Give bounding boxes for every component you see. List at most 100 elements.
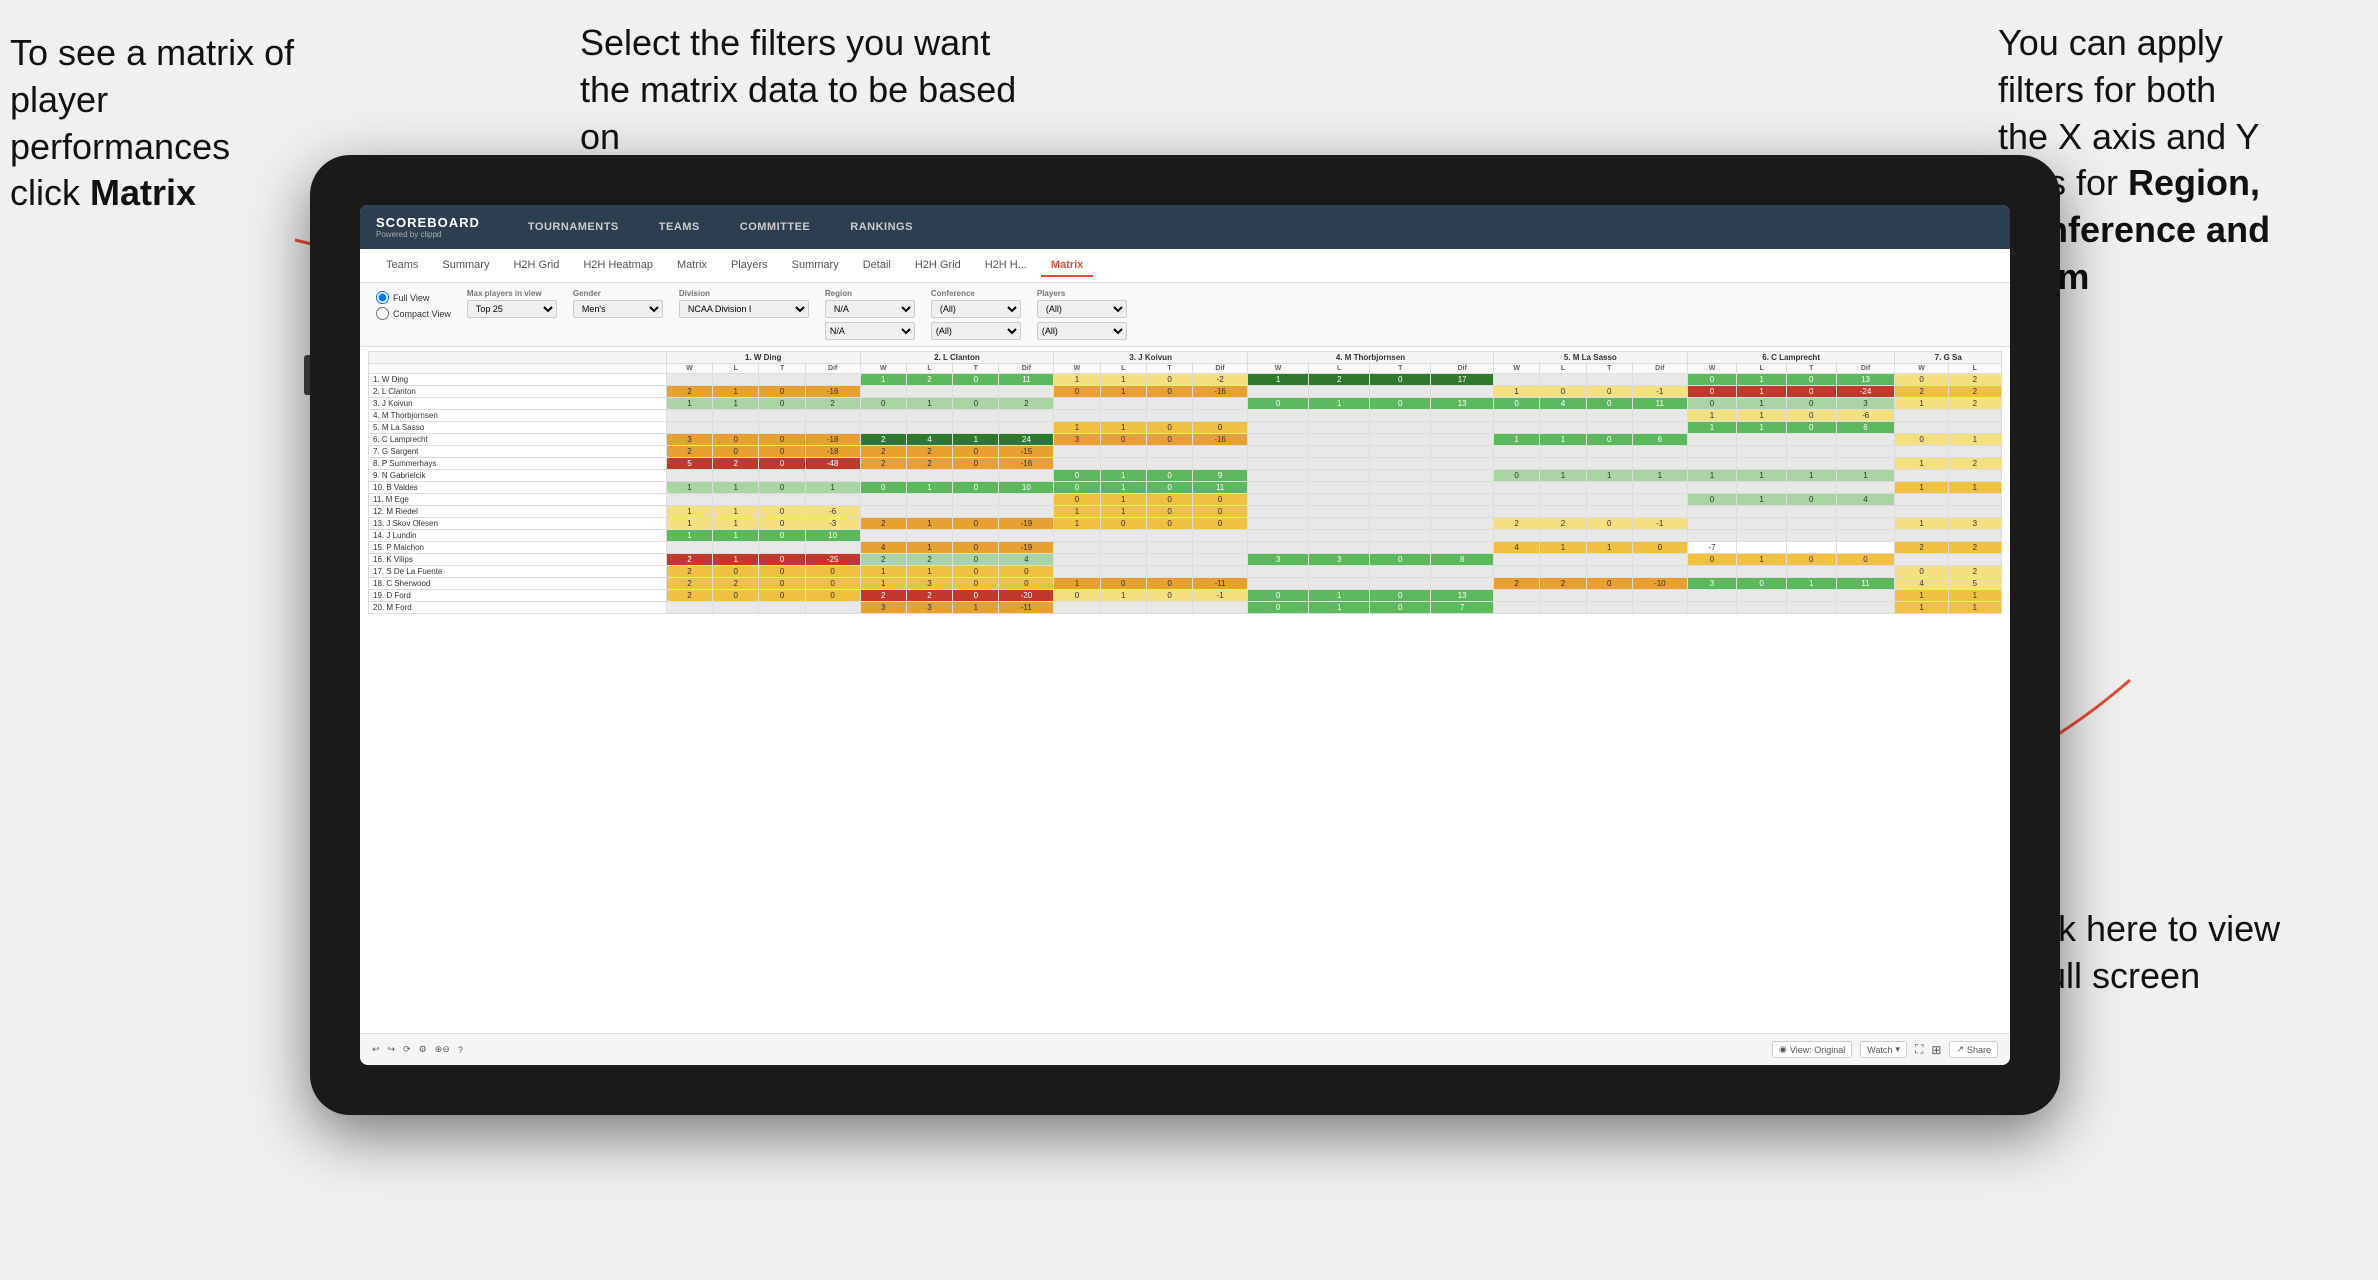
cell-0-4-3 [1632,374,1687,386]
cell-14-3-1 [1309,542,1370,554]
cell-10-1-2 [953,494,999,506]
watch-btn[interactable]: Watch ▾ [1860,1041,1907,1058]
sub-l1: L [713,364,759,374]
tab-matrix-active[interactable]: Matrix [1041,255,1093,277]
cell-19-6-1: 1 [1948,602,2001,614]
cell-10-4-3 [1632,494,1687,506]
gender-select[interactable]: Men's [573,300,663,318]
cell-1-2-3: -16 [1193,386,1248,398]
settings-icon[interactable]: ⚙ [419,1044,427,1055]
full-view-option[interactable]: Full View [376,291,451,304]
nav-committee[interactable]: COMMITTEE [732,217,819,237]
cell-6-1-1: 2 [906,446,952,458]
cell-13-1-1 [906,530,952,542]
compact-view-radio[interactable] [376,307,389,320]
cell-19-3-2: 0 [1370,602,1431,614]
division-select[interactable]: NCAA Division I [679,300,809,318]
sub-w2: W [860,364,906,374]
cell-6-1-0: 2 [860,446,906,458]
cell-4-1-0 [860,422,906,434]
players-select-2[interactable]: (All) [1037,322,1127,340]
nav-tournaments[interactable]: TOURNAMENTS [520,217,627,237]
row-name-2: 3. J Koivun [369,398,667,410]
cell-2-6-1: 2 [1948,398,2001,410]
cell-3-3-2 [1370,410,1431,422]
cell-11-0-3: -6 [805,506,860,518]
players-select-1[interactable]: (All) [1037,300,1127,318]
nav-rankings[interactable]: RANKINGS [842,217,921,237]
tab-h2h-grid2[interactable]: H2H Grid [905,255,971,277]
fullscreen-icon[interactable]: ⛶ [1915,1042,1923,1057]
row-name-15: 16. K Vilips [369,554,667,566]
redo-icon[interactable]: ↪ [388,1044,396,1055]
view-original-btn[interactable]: ◉ View: Original [1772,1041,1852,1058]
matrix-area[interactable]: 1. W Ding 2. L Clanton 3. J Koivun 4. M … [360,347,2010,1033]
tab-summary2[interactable]: Summary [782,255,849,277]
cell-16-1-1: 1 [906,566,952,578]
tab-teams[interactable]: Teams [376,255,428,277]
cell-17-5-2: 1 [1786,578,1836,590]
cell-6-0-3: -18 [805,446,860,458]
cell-15-5-0: 0 [1687,554,1737,566]
cell-11-4-0 [1493,506,1539,518]
region-select-2[interactable]: N/A [825,322,915,340]
cell-12-4-0: 2 [1493,518,1539,530]
cell-0-2-3: -2 [1193,374,1248,386]
max-players-select[interactable]: Top 25 [467,300,557,318]
zoom-icons[interactable]: ⊕⊖ [435,1044,450,1055]
cell-18-5-3 [1836,590,1895,602]
cell-18-1-0: 2 [860,590,906,602]
cell-4-6-1 [1948,422,2001,434]
cell-10-5-0: 0 [1687,494,1737,506]
cell-15-1-2: 0 [953,554,999,566]
compact-view-option[interactable]: Compact View [376,307,451,320]
cell-16-5-3 [1836,566,1895,578]
full-view-radio[interactable] [376,291,389,304]
tab-detail[interactable]: Detail [853,255,901,277]
cell-11-0-1: 1 [713,506,759,518]
cell-2-1-1: 1 [906,398,952,410]
tab-matrix[interactable]: Matrix [667,255,717,277]
cell-14-4-3: 0 [1632,542,1687,554]
undo-icon[interactable]: ↩ [372,1044,380,1055]
cell-5-1-0: 2 [860,434,906,446]
sub-w3: W [1054,364,1100,374]
cell-14-1-1: 1 [906,542,952,554]
cell-18-4-1 [1540,590,1586,602]
cell-16-1-2: 0 [953,566,999,578]
cell-4-2-2: 0 [1146,422,1192,434]
cell-14-3-0 [1248,542,1309,554]
grid-icon[interactable]: ⊞ [1931,1043,1941,1057]
cell-8-0-3 [805,470,860,482]
nav-teams[interactable]: TEAMS [651,217,708,237]
cell-15-0-0: 2 [666,554,712,566]
help-icon[interactable]: ? [458,1045,463,1055]
cell-7-2-1 [1100,458,1146,470]
cell-4-5-1: 1 [1737,422,1787,434]
cell-8-0-0 [666,470,712,482]
cell-18-1-2: 0 [953,590,999,602]
cell-3-5-3: -6 [1836,410,1895,422]
region-select-1[interactable]: N/A [825,300,915,318]
tab-h2h-grid[interactable]: H2H Grid [503,255,569,277]
tab-h2h-h[interactable]: H2H H... [975,255,1037,277]
cell-1-1-2 [953,386,999,398]
row-name-7: 8. P Summerhays [369,458,667,470]
cell-0-1-2: 0 [953,374,999,386]
conference-select-2[interactable]: (All) [931,322,1021,340]
cell-10-1-3 [999,494,1054,506]
cell-8-6-0 [1895,470,1948,482]
conference-select-1[interactable]: (All) [931,300,1021,318]
cell-8-6-1 [1948,470,2001,482]
row-name-4: 5. M La Sasso [369,422,667,434]
share-btn[interactable]: ↗ Share [1949,1041,1998,1058]
refresh-icon[interactable]: ⟳ [403,1044,411,1055]
tab-h2h-heatmap[interactable]: H2H Heatmap [573,255,663,277]
tab-summary[interactable]: Summary [432,255,499,277]
cell-2-5-1: 1 [1737,398,1787,410]
conference-filter: Conference (All) (All) [931,289,1021,340]
cell-7-4-3 [1632,458,1687,470]
tab-players[interactable]: Players [721,255,778,277]
cell-7-0-1: 2 [713,458,759,470]
cell-11-3-0 [1248,506,1309,518]
